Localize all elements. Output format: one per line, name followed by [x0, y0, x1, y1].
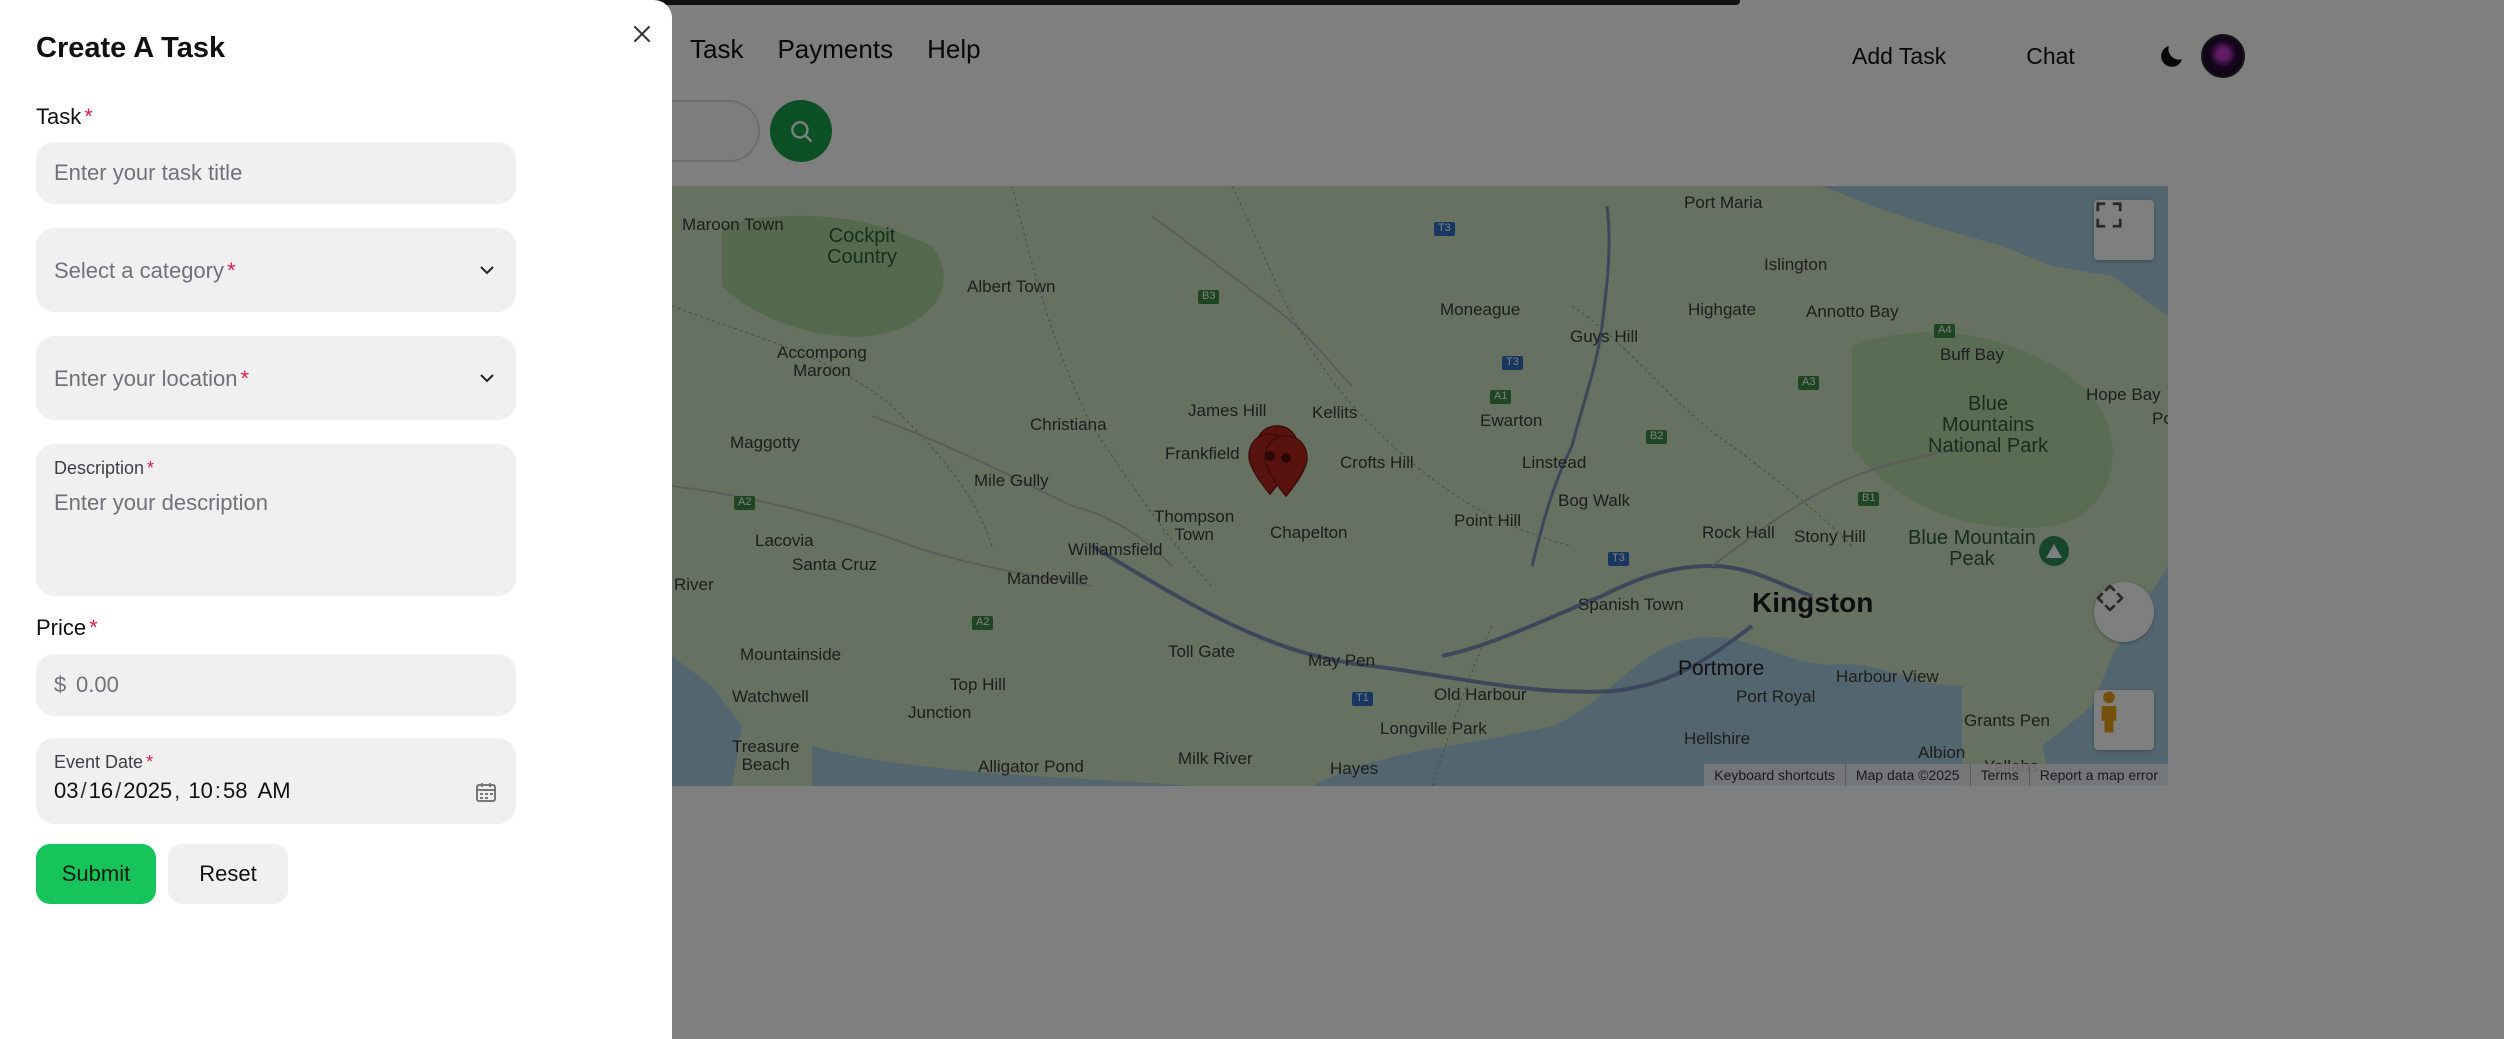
- date-day[interactable]: 16: [89, 778, 113, 804]
- date-ampm[interactable]: AM: [258, 778, 291, 804]
- calendar-icon[interactable]: [474, 780, 498, 804]
- description-placeholder: Enter your description: [54, 490, 268, 515]
- date-minute[interactable]: 58: [223, 778, 247, 804]
- event-date-input[interactable]: Event Date * 03/ 16/ 2025, 10: 58 AM: [36, 738, 516, 824]
- close-button[interactable]: [628, 20, 656, 48]
- submit-button[interactable]: Submit: [36, 844, 156, 904]
- category-placeholder: Select a category *: [54, 258, 236, 283]
- price-label: Price *: [36, 615, 98, 640]
- create-task-drawer: Create A Task Task * Enter your task titl…: [0, 0, 672, 1039]
- chevron-down-icon: [480, 374, 494, 383]
- required-mark: *: [84, 104, 93, 129]
- location-select[interactable]: Enter your location *: [36, 336, 516, 420]
- event-date-value[interactable]: 03/ 16/ 2025, 10: 58 AM: [54, 778, 291, 804]
- description-textarea[interactable]: Description * Enter your description: [36, 444, 516, 596]
- date-hour[interactable]: 10: [188, 778, 212, 804]
- date-month[interactable]: 03: [54, 778, 78, 804]
- task-title-field[interactable]: Enter your task title: [36, 142, 516, 204]
- date-year[interactable]: 2025: [123, 778, 172, 804]
- category-select[interactable]: Select a category *: [36, 228, 516, 312]
- price-placeholder: 0.00: [76, 672, 119, 697]
- description-label: Description *: [54, 458, 155, 478]
- location-placeholder: Enter your location *: [54, 366, 249, 391]
- task-label: Task *: [36, 104, 93, 129]
- close-icon: [634, 26, 650, 42]
- drawer-title: Create A Task: [36, 32, 226, 64]
- task-title-placeholder: Enter your task title: [54, 160, 243, 185]
- currency-symbol: $: [54, 672, 67, 697]
- event-date-label: Event Date *: [54, 752, 154, 772]
- price-input[interactable]: $ 0.00: [36, 654, 516, 716]
- reset-button[interactable]: Reset: [168, 844, 288, 904]
- chevron-down-icon: [480, 266, 494, 275]
